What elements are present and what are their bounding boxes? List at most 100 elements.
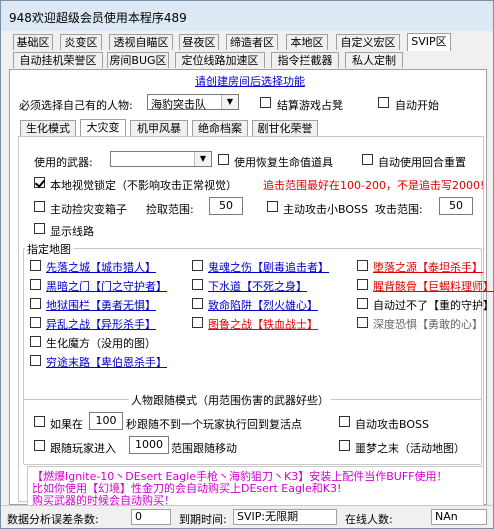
nightmare-map-checkbox[interactable] xyxy=(339,440,350,451)
tab-basic[interactable]: 基础区 xyxy=(13,34,53,50)
local-view-label: 本地视觉锁定（不影响攻击正常视觉） xyxy=(50,179,237,192)
seconds-input[interactable]: 100 xyxy=(89,412,123,430)
tab-command-interceptor[interactable]: 指令拦截器 xyxy=(271,52,339,68)
map-label: 腥背骸骨【巨蝎料理师】 xyxy=(373,280,494,293)
auto-boss-label: 自动攻击BOSS xyxy=(355,418,429,431)
tab-creator[interactable]: 缔造者区 xyxy=(226,34,278,50)
local-view-checkbox[interactable] xyxy=(34,177,45,188)
map-label: 生化魔方（没用的图） xyxy=(46,337,156,350)
map-label: 黑暗之门【门之守护者】 xyxy=(46,280,167,293)
tab-custom-macro[interactable]: 自定义宏区 xyxy=(336,34,400,50)
map-label: 堕落之源【泰坦杀手】 xyxy=(373,261,483,274)
create-room-hint: 请创建房间后选择功能 xyxy=(195,75,305,88)
tab-esp-aim[interactable]: 透视自瞄区 xyxy=(109,34,173,50)
auto-start-checkbox[interactable] xyxy=(378,97,389,108)
if-tail-label: 秒跟随不到一个玩家执行回到复活点 xyxy=(126,418,302,431)
map-checkbox[interactable] xyxy=(192,279,203,290)
tab-honor[interactable]: 剧甘化荣誉 xyxy=(252,120,318,136)
chevron-down-icon: ▼ xyxy=(194,152,211,166)
attack-range-label: 攻击范围: xyxy=(375,203,423,216)
pickup-range-label: 捡取范围: xyxy=(146,203,194,216)
pickup-box-label: 主动捡灾变箱子 xyxy=(50,203,127,216)
if-timeout-checkbox[interactable] xyxy=(34,416,45,427)
tab-mech-storm[interactable]: 机甲风暴 xyxy=(130,120,188,136)
map-checkbox[interactable] xyxy=(30,298,41,309)
window-title: 948欢迎超级会员使用本程序489 xyxy=(9,11,187,25)
online-label: 在线人数: xyxy=(345,513,393,526)
main-window: 948欢迎超级会员使用本程序489 基础区 炎变区 透视自瞄区 昼夜区 缔造者区… xyxy=(0,0,494,529)
map-checkbox[interactable] xyxy=(30,355,41,366)
show-route-checkbox[interactable] xyxy=(34,223,45,234)
map-checkbox[interactable] xyxy=(30,336,41,347)
tab-auto-afk[interactable]: 自动挂机荣誉区 xyxy=(13,52,103,68)
map-label: 地狱围栏【勇者无惧】 xyxy=(46,299,156,312)
range-warning: 追击范围最好在100-200，不是追击写2000! xyxy=(263,179,485,192)
attack-range-input[interactable]: 50 xyxy=(439,197,473,215)
status-bar: 数据分析误差条数: 0 到期时间: SVIP:无限期 在线人数: NAn xyxy=(1,505,493,528)
tab-svip[interactable]: SVIP区 xyxy=(407,33,451,51)
map-checkbox[interactable] xyxy=(357,298,368,309)
map-label: 致命陷阱【烈火雄心】 xyxy=(208,299,318,312)
auto-start-label: 自动开始 xyxy=(395,99,439,112)
notice-box: 【燃爆Ignite-10丶DEsert Eagle手枪丶海豹狙刀丶K3】安装上配… xyxy=(27,466,484,507)
settle-checkbox[interactable] xyxy=(260,97,271,108)
character-label: 必须选择自己有的人物: xyxy=(19,99,133,112)
show-route-label: 显示线路 xyxy=(50,225,94,238)
map-label: 先落之城【城市猎人】 xyxy=(46,261,156,274)
follow-title: 人物跟随模式（用范围伤害的武器好些） xyxy=(129,392,331,408)
auto-reset-checkbox[interactable] xyxy=(362,154,373,165)
expire-label: 到期时间: xyxy=(179,513,227,526)
tab-day-night[interactable]: 昼夜区 xyxy=(179,34,219,50)
map-checkbox[interactable] xyxy=(357,260,368,271)
map-label: 异乱之战【异形杀手】 xyxy=(46,318,156,331)
map-checkbox[interactable] xyxy=(30,279,41,290)
tab-fatal-file[interactable]: 绝命档案 xyxy=(192,120,248,136)
map-checkbox[interactable] xyxy=(192,317,203,328)
follow-range-input[interactable]: 1000 xyxy=(129,436,169,454)
map-label: 自动过不了【重的守护】 xyxy=(373,299,494,312)
auto-reset-label: 自动使用回合重置 xyxy=(378,156,466,169)
weapon-label: 使用的武器: xyxy=(34,156,93,169)
if-label: 如果在 xyxy=(50,418,83,431)
pickup-range-input[interactable]: 50 xyxy=(209,197,243,215)
nightmare-map-label: 噩梦之末（活动地图） xyxy=(355,442,465,455)
map-checkbox[interactable] xyxy=(30,260,41,271)
tab-local[interactable]: 本地区 xyxy=(286,34,328,50)
title-bar: 948欢迎超级会员使用本程序489 xyxy=(1,1,493,31)
map-label: 穷途末路【卑伯恩杀手】 xyxy=(46,356,167,369)
attack-boss-checkbox[interactable] xyxy=(267,201,278,212)
map-label: 图鲁之战【铁血战士】 xyxy=(208,318,318,331)
map-checkbox[interactable] xyxy=(357,279,368,290)
restore-hp-checkbox[interactable] xyxy=(218,154,229,165)
map-label: 深度恐惧【勇敢的心】 xyxy=(373,318,483,331)
follow-player-checkbox[interactable] xyxy=(34,440,45,451)
attack-boss-label: 主动攻击小BOSS xyxy=(283,203,368,216)
weapon-select[interactable]: ▼ xyxy=(110,151,212,167)
restore-hp-label: 使用恢复生命值道具 xyxy=(234,156,333,169)
follow-label: 跟随玩家进入 xyxy=(50,442,116,455)
online-value: NAn xyxy=(431,509,487,525)
character-value: 海豹突击队 xyxy=(151,98,206,111)
settle-label: 结算游戏占凳 xyxy=(277,99,343,112)
tab-mutation[interactable]: 炎变区 xyxy=(60,34,102,50)
pickup-box-checkbox[interactable] xyxy=(34,201,45,212)
tab-route-speed[interactable]: 定位线路加速区 xyxy=(175,52,265,68)
error-count-label: 数据分析误差条数: xyxy=(7,513,99,526)
map-checkbox[interactable] xyxy=(192,298,203,309)
map-label: 鬼魂之伤【剧毒追击者】 xyxy=(208,261,329,274)
map-checkbox[interactable] xyxy=(192,260,203,271)
follow-tail-label: 范围跟随移动 xyxy=(171,442,237,455)
tab-catastrophe[interactable]: 大灾变 xyxy=(80,119,126,137)
auto-boss-checkbox[interactable] xyxy=(339,416,350,427)
map-label: 下水道【不死之身】 xyxy=(208,280,307,293)
map-checkbox[interactable] xyxy=(357,317,368,328)
chevron-down-icon: ▼ xyxy=(221,95,238,109)
tab-biochem[interactable]: 生化模式 xyxy=(20,120,76,136)
catastrophe-content: 使用的武器: ▼ 使用恢复生命值道具 自动使用回合重置 本地视觉锁定（不影响攻击… xyxy=(18,136,494,502)
map-checkbox[interactable] xyxy=(30,317,41,328)
svip-panel: 请创建房间后选择功能 必须选择自己有的人物: 海豹突击队 ▼ 结算游戏占凳 自动… xyxy=(9,69,494,505)
error-count-value: 0 xyxy=(131,509,171,525)
tab-custom[interactable]: 私人定制 xyxy=(345,52,403,68)
character-select[interactable]: 海豹突击队 ▼ xyxy=(147,94,239,111)
tab-room-bug[interactable]: 房间BUG区 xyxy=(107,52,169,68)
